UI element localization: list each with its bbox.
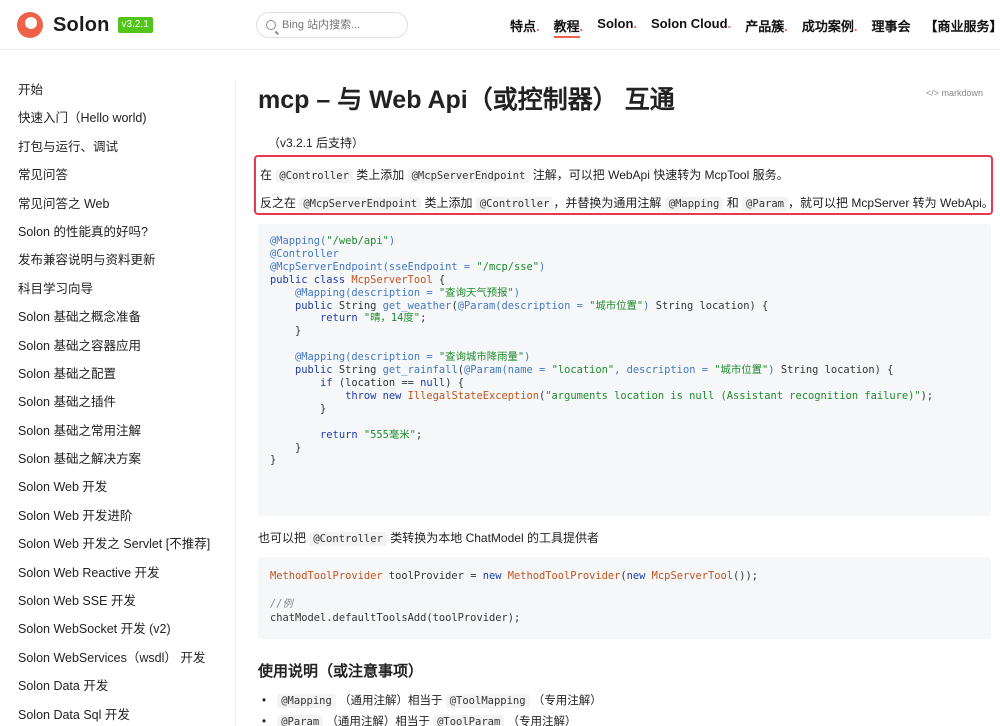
sidebar-item[interactable]: 开始 [0,76,235,104]
inline-code: @McpServerEndpoint [407,169,530,183]
nav-item-label: 理事会 [871,19,911,34]
inline-code: @ToolMapping [445,694,530,708]
sidebar-item[interactable]: Solon 基础之解决方案 [0,445,235,473]
text-span: 也可以把 [258,531,307,545]
logo-text: Solon [53,13,110,36]
inline-code: @Param [277,715,324,726]
nav-item[interactable]: 产品簇. [745,16,788,35]
sidebar-item[interactable]: Solon 基础之概念准备 [0,303,235,331]
sidebar-item[interactable]: Solon 基础之常用注解 [0,417,235,445]
inline-code: @Mapping [664,197,724,211]
sidebar-item[interactable]: 科目学习向导 [0,275,235,303]
sidebar-item[interactable]: Solon Web 开发进阶 [0,502,235,530]
text-span: ，并替换为通用注解 [553,196,662,210]
sidebar-item[interactable]: Solon 基础之容器应用 [0,332,235,360]
inline-code: @ToolParam [433,715,505,726]
code-block-tool-provider[interactable]: MethodToolProvider toolProvider = new Me… [258,557,991,639]
search-input[interactable] [282,19,402,31]
nav-item-dot: . [784,19,788,34]
nav-item-label: 成功案例 [801,19,854,34]
nav-item[interactable]: Solon Cloud. [651,16,731,35]
nav-item-dot: . [579,19,584,34]
nav-item-dot: . [633,16,638,31]
highlight-line-1: 在 @Controller 类上添加 @McpServerEndpoint 注解… [260,166,789,183]
inline-code: @McpServerEndpoint [299,197,422,211]
sidebar-item[interactable]: 快速入门（Hello world) [0,104,235,132]
page-title: mcp – 与 Web Api（或控制器） 互通 [258,86,675,114]
sidebar-item[interactable]: 常见问答之 Web [0,190,235,218]
markdown-link[interactable]: </> markdown [926,88,983,98]
sidebar-item[interactable]: Solon Data 开发 [0,672,235,700]
inline-code: @Mapping [277,694,336,708]
highlight-line-2: 反之在 @McpServerEndpoint 类上添加 @Controller，… [260,194,994,211]
nav-item-dot: . [727,16,732,31]
text-span: 注解，可以把 WebApi 快速转为 McpTool 服务。 [532,168,789,182]
sidebar-item[interactable]: 打包与运行、调试 [0,133,235,161]
text-span: 在 [260,168,273,182]
sidebar-item[interactable]: Solon Web SSE 开发 [0,587,235,615]
main-nav: 特点. 教程. Solon. Solon Cloud. 产品簇. 成功案例. 理事会 【商业服… [510,16,1000,38]
sidebar-item[interactable]: 发布兼容说明与资料更新 [0,246,235,274]
text-span: ，就可以把 McpServer 转为 WebApi。 [787,196,994,210]
nav-item-label: 教程 [553,19,580,38]
inline-code: @Controller [309,532,387,546]
version-badge: v3.2.1 [117,17,153,33]
sidebar-item[interactable]: Solon 的性能真的好吗? [0,218,235,246]
sidebar-item[interactable]: Solon 基础之插件 [0,388,235,416]
nav-item-dot: . [536,19,540,34]
code-block-mcp-server-tool[interactable]: @Mapping("/web/api") @Controller @McpSer… [258,224,991,516]
inline-code: @Controller [475,197,554,211]
nav-item[interactable]: Solon. [597,16,637,35]
text-span: （专用注解） [507,716,577,726]
nav-item-label: 特点 [510,19,537,34]
nav-item-label: Solon [597,16,634,31]
top-header: Solon v3.2.1 特点.教程.Solon.Solon Cloud.产品簇… [0,0,1000,50]
search-box[interactable] [256,12,408,38]
paragraph-chatmodel: 也可以把 @Controller 类转换为本地 ChatModel 的工具提供者 [258,529,599,546]
text-span: 类上添加 [424,196,473,210]
nav-item[interactable]: 教程. [553,16,584,38]
sidebar-item[interactable]: Solon 基础之配置 [0,360,235,388]
nav-item-label: 产品簇 [745,19,785,34]
logo[interactable]: Solon v3.2.1 [17,11,153,39]
bullet-item: @Mapping （通用注解）相当于 @ToolMapping （专用注解） [262,692,602,708]
nav-item-dot: . [853,19,858,34]
nav-item[interactable]: 特点. [510,16,540,35]
text-span: 和 [726,196,739,210]
text-span: 类上添加 [356,168,405,182]
search-icon [266,20,276,30]
sidebar-divider [235,80,236,726]
sidebar-item[interactable]: Solon Web 开发 [0,473,235,501]
text-span: （通用注解）相当于 [339,695,443,707]
sidebar-item[interactable]: 常见问答 [0,161,235,189]
section-title: 使用说明（或注意事项） [258,663,424,680]
text-span: 类转换为本地 ChatModel 的工具提供者 [390,531,599,545]
text-span: 反之在 [260,196,297,210]
sidebar-item[interactable]: Solon Data Sql 开发 [0,701,235,726]
highlight-box: 在 @Controller 类上添加 @McpServerEndpoint 注解… [254,155,994,215]
since-note: （v3.2.1 后支持） [268,136,365,150]
solon-logo-icon [17,12,43,38]
text-span: （通用注解）相当于 [326,716,430,726]
nav-item[interactable]: 成功案例. [802,16,858,35]
inline-code: @Param [742,197,788,211]
sidebar: 开始 快速入门（Hello world) 打包与运行、调试 常见问答 常见问答之 Web… [0,76,235,726]
sidebar-item[interactable]: Solon Web 开发之 Servlet [不推荐] [0,530,235,558]
nav-item-label: 【商业服务】 [924,19,1000,34]
sidebar-item[interactable]: Solon Web Reactive 开发 [0,559,235,587]
bullet-item: @Param （通用注解）相当于 @ToolParam （专用注解） [262,713,577,726]
inline-code: @Controller [275,169,353,183]
sidebar-item[interactable]: Solon WebSocket 开发 (v2) [0,615,235,643]
nav-item-label: Solon Cloud [651,16,728,31]
nav-item[interactable]: 【商业服务】 [924,16,1000,35]
sidebar-item[interactable]: Solon WebServices（wsdl） 开发 [0,644,235,672]
nav-item[interactable]: 理事会 [871,16,910,35]
text-span: （专用注解） [532,695,602,707]
